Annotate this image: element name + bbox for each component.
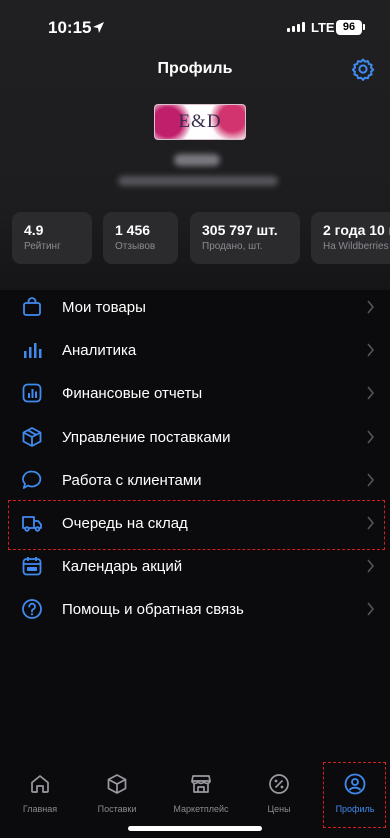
home-indicator[interactable] <box>128 826 262 831</box>
page-title: Профиль <box>157 60 233 77</box>
tab-home[interactable]: Главная <box>7 768 73 814</box>
battery-icon: 96 <box>336 20 362 35</box>
tab-label: Цены <box>267 804 291 814</box>
menu-item-my-products[interactable]: Мои товары <box>0 286 390 329</box>
chevron-right-icon <box>367 559 375 573</box>
stat-label: Продано, шт. <box>202 241 263 252</box>
box-icon <box>107 774 127 794</box>
help-circle-icon <box>22 599 42 620</box>
stat-card-rating: 4.9 Рейтинг <box>12 212 92 264</box>
stat-label: Отзывов <box>115 241 156 252</box>
bar-chart-icon <box>24 343 42 359</box>
menu-item-analytics[interactable]: Аналитика <box>0 329 390 372</box>
menu-item-customer-work[interactable]: Работа с клиентами <box>0 459 390 502</box>
shopping-bag-icon <box>23 297 41 316</box>
stat-label: Рейтинг <box>24 241 61 252</box>
stat-value: 1 456 <box>115 222 151 238</box>
calendar-sale-icon <box>22 557 42 576</box>
home-icon <box>31 775 49 793</box>
percent-icon <box>269 774 289 794</box>
menu-item-label: Аналитика <box>62 342 137 360</box>
tab-label: Главная <box>22 804 58 814</box>
seller-details-blurred <box>118 176 278 186</box>
stat-card-reviews: 1 456 Отзывов <box>103 212 178 264</box>
menu-item-label: Помощь и обратная связь <box>62 601 244 619</box>
stats-row: 4.9 Рейтинг 1 456 Отзывов 305 797 шт. Пр… <box>12 212 390 264</box>
gear-icon[interactable] <box>350 56 376 82</box>
menu-item-label: Управление поставками <box>62 428 231 446</box>
location-arrow-icon <box>93 22 104 33</box>
tab-label: Маркетплейс <box>173 804 229 814</box>
tab-label: Поставки <box>97 804 137 814</box>
chevron-right-icon <box>367 386 375 400</box>
menu-item-promo-calendar[interactable]: Календарь акций <box>0 545 390 588</box>
menu-item-label: Мои товары <box>62 299 146 316</box>
profile-menu: Мои товары Аналитика Финансовые отчеты У… <box>0 286 390 632</box>
chevron-right-icon <box>367 300 375 314</box>
status-bar: 10:15 LTE 96 <box>0 14 390 44</box>
profile-screen: 10:15 LTE 96 Профиль E&D 4.9 Рейтинг 1 4… <box>0 0 390 838</box>
box-icon <box>22 426 42 447</box>
tab-prices[interactable]: Цены <box>246 768 312 814</box>
chevron-right-icon <box>367 473 375 487</box>
chevron-right-icon <box>367 343 375 357</box>
menu-item-supply-management[interactable]: Управление поставками <box>0 416 390 459</box>
menu-item-label: Финансовые отчеты <box>62 385 203 403</box>
seller-logo-text: E&D <box>178 111 222 132</box>
profile-tab-highlight <box>323 762 386 828</box>
battery-cap <box>363 24 365 30</box>
store-icon <box>191 775 211 793</box>
stat-card-tenure: 2 года 10 м На Wildberries <box>311 212 390 264</box>
seller-logo: E&D <box>154 104 246 140</box>
stat-value: 305 797 шт. <box>202 222 278 238</box>
seller-name-blurred <box>174 154 220 166</box>
stat-value: 2 года 10 м <box>323 222 390 238</box>
chevron-right-icon <box>367 430 375 444</box>
tab-marketplace[interactable]: Маркетплейс <box>168 768 234 814</box>
stat-card-sold: 305 797 шт. Продано, шт. <box>190 212 300 264</box>
warehouse-queue-highlight <box>8 500 385 550</box>
stat-label: На Wildberries <box>323 241 389 252</box>
menu-item-financial-reports[interactable]: Финансовые отчеты <box>0 372 390 415</box>
menu-item-help[interactable]: Помощь и обратная связь <box>0 588 390 631</box>
menu-item-label: Работа с клиентами <box>62 471 202 489</box>
chevron-right-icon <box>367 602 375 616</box>
menu-item-label: Календарь акций <box>62 558 183 576</box>
status-time: 10:15 <box>48 18 92 37</box>
stat-value: 4.9 <box>24 222 44 238</box>
network-type: LTE <box>311 20 335 35</box>
chat-bubble-icon <box>22 470 42 489</box>
tab-supplies[interactable]: Поставки <box>84 768 150 814</box>
report-chart-icon <box>22 383 42 403</box>
signal-icon <box>287 22 305 32</box>
